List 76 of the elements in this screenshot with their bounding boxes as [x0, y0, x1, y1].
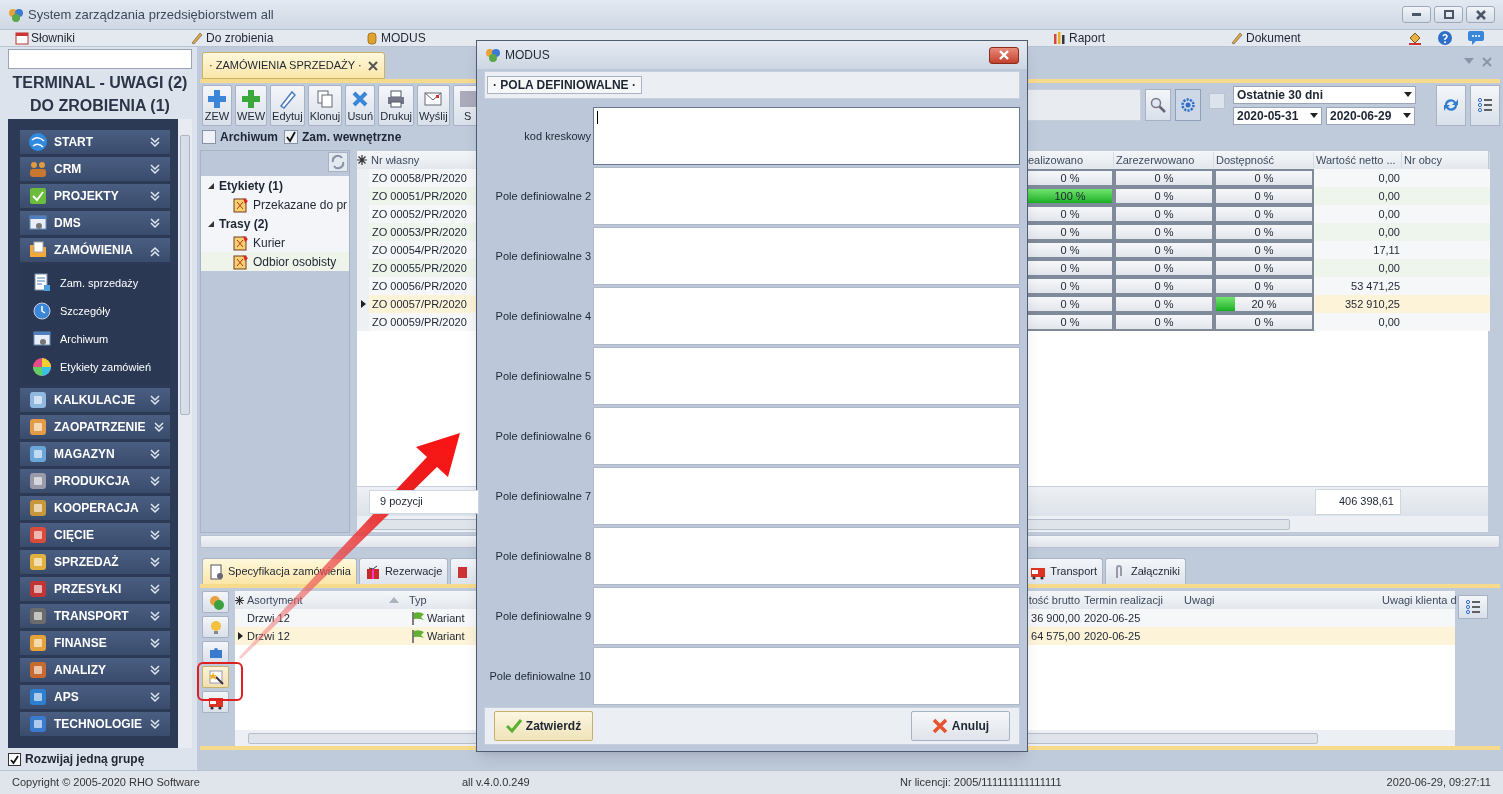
progress-cell: 0 %	[1026, 169, 1114, 187]
progress-cell: 0 %	[1114, 277, 1214, 295]
progress-cell: 100 %	[1026, 187, 1114, 205]
progress-cell: 0 %	[1114, 241, 1214, 259]
field-label: kod kreskowy	[523, 128, 591, 144]
table-cell: 0,00	[1314, 223, 1402, 241]
table-cell-text: 2020-06-25	[1083, 628, 1142, 644]
field-label: Pole definiowalne 5	[494, 368, 591, 384]
field-label: Pole definiowalne 4	[494, 308, 591, 324]
progress-cell: 0 %	[1114, 169, 1214, 187]
progress-cell: 20 %	[1214, 295, 1314, 313]
field-label: Pole definiowalne 3	[494, 248, 591, 264]
table-cell-text: 2020-06-25	[1083, 610, 1142, 626]
progress-cell: 0 %	[1214, 187, 1314, 205]
progress-cell: 0 %	[1214, 205, 1314, 223]
table-cell: ZO 00057/PR/2020	[369, 295, 479, 313]
count-field: 9 pozycji	[369, 489, 479, 514]
table-cell: ZO 00058/PR/2020	[369, 169, 479, 187]
table-cell-text: Drzwi 12	[246, 628, 291, 644]
table-cell: 53 471,25	[1314, 277, 1402, 295]
progress-cell: 0 %	[1214, 241, 1314, 259]
checkbox-label: Zam. wewnętrzne	[302, 129, 402, 146]
table-cell: 0,00	[1314, 205, 1402, 223]
table-cell: ZO 00054/PR/2020	[369, 241, 479, 259]
table-cell: ZO 00051/PR/2020	[369, 187, 479, 205]
progress-cell: 0 %	[1214, 169, 1314, 187]
table-cell: 0,00	[1314, 169, 1402, 187]
table-cell-text: Wariant	[427, 628, 465, 644]
status-text: 2020-06-29, 09:27:11	[1386, 775, 1491, 791]
progress-cell: 0 %	[1026, 313, 1114, 331]
table-cell: 17,11	[1314, 241, 1402, 259]
progress-cell: 0 %	[1214, 277, 1314, 295]
table-cell: ZO 00059/PR/2020	[369, 313, 479, 331]
progress-cell: 0 %	[1114, 313, 1214, 331]
progress-cell: 0 %	[1026, 259, 1114, 277]
progress-cell: 0 %	[1026, 205, 1114, 223]
field-label: Pole definiowalne 8	[494, 548, 591, 564]
table-cell-text: 64 575,00	[1030, 628, 1080, 644]
progress-cell: 0 %	[1026, 277, 1114, 295]
field-label: Pole definiowalne 10	[488, 668, 591, 684]
progress-cell: 0 %	[1214, 259, 1314, 277]
dialog-title: MODUS	[505, 47, 550, 64]
table-cell-text: 36 900,00	[1030, 610, 1080, 626]
checkbox-label: Rozwijaj jedną grupę	[25, 751, 145, 768]
sidebar-heading: DO ZROBIENIA (1)	[30, 96, 170, 116]
field-label: Pole definiowalne 2	[494, 188, 591, 204]
table-cell: ZO 00055/PR/2020	[369, 259, 479, 277]
progress-cell: 0 %	[1114, 295, 1214, 313]
window-title: System zarządzania przedsiębiorstwem all	[28, 5, 274, 24]
field-label: Pole definiowalne 6	[494, 428, 591, 444]
status-text: Nr licencji: 2005/111111111111111	[900, 775, 1062, 791]
table-cell: 0,00	[1314, 187, 1402, 205]
progress-cell: 0 %	[1214, 313, 1314, 331]
progress-cell: 0 %	[1026, 241, 1114, 259]
progress-cell: 0 %	[1026, 223, 1114, 241]
progress-cell: 0 %	[1114, 205, 1214, 223]
table-cell: ZO 00052/PR/2020	[369, 205, 479, 223]
total-field: 406 398,61	[1315, 488, 1401, 515]
progress-cell: 0 %	[1114, 187, 1214, 205]
table-cell: 0,00	[1314, 259, 1402, 277]
table-cell: ZO 00053/PR/2020	[369, 223, 479, 241]
status-text: Copyright © 2005-2020 RHO Software	[12, 775, 201, 791]
sidebar-heading: TERMINAL - UWAGI (2)	[12, 73, 188, 93]
field-label: Pole definiowalne 9	[494, 608, 591, 624]
progress-cell: 0 %	[1214, 223, 1314, 241]
progress-cell: 0 %	[1026, 295, 1114, 313]
checkbox-label: Archiwum	[220, 129, 278, 146]
field-label: Pole definiowalne 7	[494, 488, 591, 504]
status-text: all v.4.0.0.249	[462, 775, 531, 791]
table-cell: 0,00	[1314, 313, 1402, 331]
table-cell: 352 910,25	[1314, 295, 1402, 313]
table-cell-text: Drzwi 12	[246, 610, 291, 626]
progress-cell: 0 %	[1114, 259, 1214, 277]
table-cell: ZO 00056/PR/2020	[369, 277, 479, 295]
table-cell-text: Wariant	[427, 610, 465, 626]
progress-cell: 0 %	[1114, 223, 1214, 241]
